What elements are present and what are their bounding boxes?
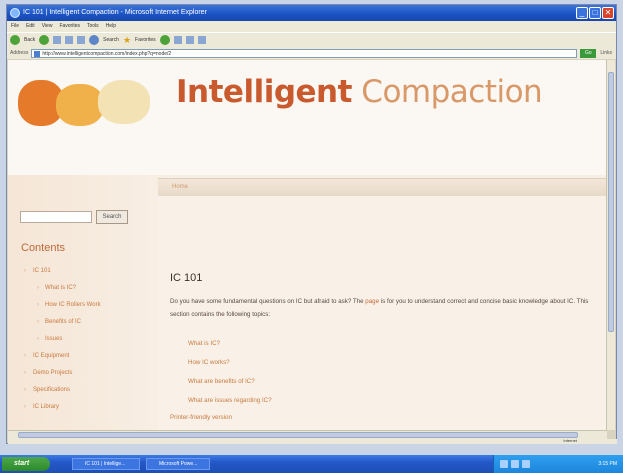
page-icon [34, 50, 41, 57]
page-title: IC 101 [170, 272, 203, 284]
menu-view[interactable]: View [42, 21, 53, 32]
sidebar-item-specifications[interactable]: Specifications [19, 382, 154, 399]
site-title-intelligent: Intelligent [176, 74, 352, 110]
menu-bar: File Edit View Favorites Tools Help [7, 21, 616, 32]
breadcrumb-home[interactable]: Home [172, 184, 188, 190]
main-content: IC 101 Do you have some fundamental ques… [158, 196, 608, 430]
forward-arrow-icon[interactable] [39, 35, 50, 45]
intro-text-before: Do you have some fundamental questions o… [170, 298, 366, 305]
page-viewport: Intelligent Compaction Home Search Conte… [8, 60, 608, 430]
sidebar-item-demo-projects[interactable]: Demo Projects [19, 365, 154, 382]
edit-icon[interactable] [197, 36, 206, 44]
site-title-compaction: Compaction [361, 74, 543, 110]
logo-shape-amber [56, 84, 104, 126]
volume-icon[interactable] [511, 460, 519, 468]
intro-paragraph: Do you have some fundamental questions o… [170, 295, 590, 321]
menu-tools[interactable]: Tools [87, 21, 99, 32]
status-bar: Internet [8, 438, 617, 444]
toolbar: Back Search ★ Favorites [7, 32, 616, 47]
topic-link-benefits[interactable]: What are benefits of IC? [188, 372, 272, 391]
address-input[interactable]: http://www.intelligentcompaction.com/ind… [31, 48, 578, 58]
site-logo[interactable] [18, 78, 158, 130]
intro-page-link[interactable]: page [365, 298, 379, 305]
taskbar-item-powerpoint[interactable]: Microsoft Powe... [146, 458, 210, 470]
sidebar-item-issues[interactable]: Issues [19, 331, 154, 348]
menu-edit[interactable]: Edit [26, 21, 35, 32]
window-controls: _ □ ✕ [576, 7, 614, 19]
sidebar-item-benefits-of-ic[interactable]: Benefits of IC [19, 314, 154, 331]
favorites-toolbar-button[interactable]: Favorites [135, 37, 156, 43]
start-button[interactable]: start [2, 457, 50, 471]
stop-icon[interactable] [53, 36, 62, 44]
breadcrumb: Home [158, 178, 608, 196]
search-button[interactable]: Search [96, 210, 128, 224]
media-icon[interactable] [159, 35, 170, 45]
internet-explorer-icon [10, 8, 20, 18]
refresh-icon[interactable] [65, 36, 74, 44]
printer-friendly-link[interactable]: Printer-friendly version [170, 414, 232, 421]
vertical-scrollbar[interactable] [606, 60, 615, 430]
maximize-button[interactable]: □ [589, 7, 601, 19]
site-title[interactable]: Intelligent Compaction [176, 74, 543, 110]
address-bar: Address http://www.intelligentcompaction… [7, 47, 616, 59]
window-title: IC 101 | Intelligent Compaction - Micros… [23, 9, 207, 16]
taskbar: start IC 101 | Intellige... Microsoft Po… [0, 455, 623, 473]
horizontal-scroll-thumb[interactable] [18, 432, 578, 438]
close-button[interactable]: ✕ [602, 7, 614, 19]
topic-link-issues[interactable]: What are issues regarding IC? [188, 391, 272, 410]
go-button[interactable]: Go [580, 48, 597, 58]
mail-icon[interactable] [173, 36, 182, 44]
home-icon[interactable] [77, 36, 86, 44]
logo-shape-cream [98, 80, 150, 124]
sidebar-item-what-is-ic[interactable]: What is IC? [19, 280, 154, 297]
title-bar: IC 101 | Intelligent Compaction - Micros… [7, 5, 616, 21]
horizontal-scrollbar[interactable] [8, 430, 607, 439]
sidebar-item-how-ic-rollers-work[interactable]: How IC Rollers Work [19, 297, 154, 314]
site-header: Intelligent Compaction [8, 60, 608, 175]
address-url[interactable]: http://www.intelligentcompaction.com/ind… [42, 51, 171, 57]
address-label: Address [10, 50, 29, 56]
topic-link-what-is-ic[interactable]: What is IC? [188, 334, 272, 353]
back-arrow-icon[interactable] [10, 35, 20, 45]
taskbar-item-ie[interactable]: IC 101 | Intellige... [72, 458, 140, 470]
internet-zone-label: Internet [563, 438, 577, 443]
contents-heading: Contents [21, 242, 66, 254]
sidebar-item-ic-equipment[interactable]: IC Equipment [19, 348, 154, 365]
sidebar-item-ic-library[interactable]: IC Library [19, 399, 154, 416]
sidebar: Search Contents IC 101 What is IC? How I… [8, 175, 158, 430]
sidebar-item-ic-101[interactable]: IC 101 [19, 263, 154, 280]
search-input[interactable] [20, 211, 92, 223]
network-icon[interactable] [500, 460, 508, 468]
contents-menu: IC 101 What is IC? How IC Rollers Work B… [19, 263, 154, 416]
menu-help[interactable]: Help [106, 21, 116, 32]
security-icon[interactable] [522, 460, 530, 468]
browser-window: IC 101 | Intelligent Compaction - Micros… [6, 4, 617, 444]
links-button[interactable]: Links [596, 50, 616, 56]
menu-favorites[interactable]: Favorites [59, 21, 80, 32]
print-icon[interactable] [185, 36, 194, 44]
minimize-button[interactable]: _ [576, 7, 588, 19]
system-tray: 3:15 PM [493, 455, 623, 473]
tray-icons [500, 460, 530, 468]
topic-list: What is IC? How IC works? What are benef… [188, 334, 272, 410]
menu-file[interactable]: File [11, 21, 19, 32]
favorites-star-icon[interactable]: ★ [123, 35, 131, 46]
clock: 3:15 PM [598, 461, 617, 467]
search-toolbar-button[interactable]: Search [103, 37, 119, 43]
search-icon[interactable] [89, 35, 100, 45]
back-button[interactable]: Back [24, 37, 35, 43]
vertical-scroll-thumb[interactable] [608, 72, 614, 332]
topic-link-how-ic-works[interactable]: How IC works? [188, 353, 272, 372]
